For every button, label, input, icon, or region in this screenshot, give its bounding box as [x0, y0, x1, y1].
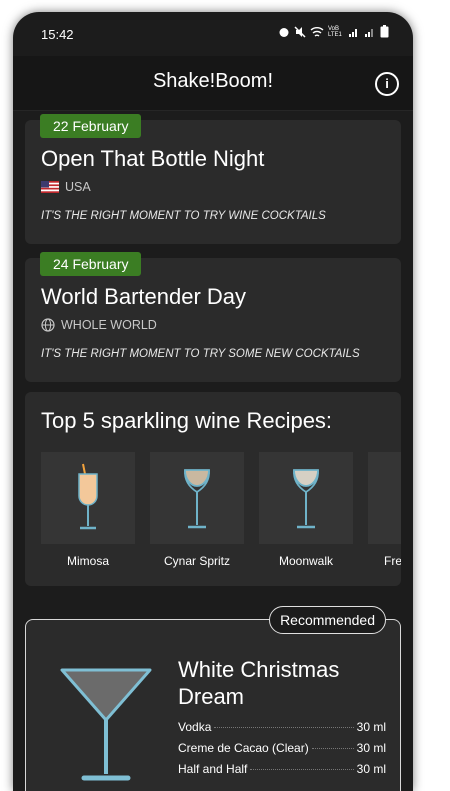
signal-icon-2 [365, 28, 373, 37]
info-icon[interactable]: i [375, 72, 399, 96]
ingredient-row: Vodka 30 ml [178, 720, 386, 734]
recipe-name: Fre [384, 554, 401, 568]
recipe-item[interactable]: Moonwalk [259, 452, 353, 568]
us-flag-icon [41, 181, 59, 193]
event-date-badge: 22 February [40, 114, 142, 138]
wine-glass-icon [184, 469, 210, 529]
event-country-label: USA [65, 180, 91, 194]
ingredient-amount: 30 ml [356, 741, 386, 755]
signal-icon [349, 28, 357, 37]
event-title: World Bartender Day [41, 284, 247, 309]
recipes-carousel[interactable]: Mimosa Cynar Spritz Moonwalk Fre [41, 452, 401, 580]
status-bar: 15:42 VoB LTE1 [13, 12, 413, 56]
event-country-label: WHOLE WORLD [61, 318, 157, 332]
network-label: VoB LTE1 [328, 25, 342, 38]
event-country: USA [41, 180, 91, 194]
wine-glass-icon [293, 469, 319, 529]
top-recipes-title: Top 5 sparkling wine Recipes: [41, 408, 333, 433]
globe-icon [41, 318, 55, 332]
recipe-name: Cynar Spritz [163, 554, 231, 568]
wifi-icon [310, 26, 324, 37]
recipe-item[interactable]: Fre [368, 452, 401, 568]
glass-icon [368, 452, 401, 544]
event-card[interactable]: 22 February Open That Bottle Night USA I… [25, 114, 401, 244]
app-bar: Shake!Boom! i [13, 56, 413, 111]
event-country: WHOLE WORLD [41, 318, 157, 332]
event-note: IT'S THE RIGHT MOMENT TO TRY WINE COCKTA… [41, 210, 326, 222]
ingredient-row: Creme de Cacao (Clear) 30 ml [178, 741, 386, 755]
ingredient-amount: 30 ml [356, 762, 386, 776]
event-date-badge: 24 February [40, 252, 142, 276]
recipe-name: Moonwalk [278, 554, 334, 568]
phone-screen: 15:42 VoB LTE1 Shake!Boom! i 22 February… [13, 12, 413, 791]
status-icons: VoB LTE1 [278, 25, 389, 38]
recommended-badge: Recommended [269, 606, 386, 634]
event-note: IT'S THE RIGHT MOMENT TO TRY SOME NEW CO… [41, 348, 360, 360]
mute-icon [294, 25, 306, 38]
mimosa-glass-icon [78, 463, 98, 530]
recipe-item[interactable]: Mimosa [41, 452, 135, 568]
ingredient-row: Half and Half 30 ml [178, 762, 386, 776]
recommended-card[interactable]: Recommended White Christmas Dream Vodka … [25, 606, 401, 791]
event-title: Open That Bottle Night [41, 146, 265, 171]
martini-glass-icon [60, 668, 152, 781]
recommended-title: White Christmas Dream [178, 657, 340, 709]
status-time: 15:42 [41, 27, 74, 42]
battery-icon [380, 25, 389, 38]
event-card[interactable]: 24 February World Bartender Day WHOLE WO… [25, 252, 401, 382]
ingredient-name: Half and Half [178, 762, 248, 776]
alarm-icon [279, 27, 289, 37]
ingredient-name: Vodka [178, 720, 212, 734]
recipe-name: Mimosa [66, 554, 109, 568]
ingredient-name: Creme de Cacao (Clear) [178, 741, 309, 755]
top-recipes-card: Top 5 sparkling wine Recipes: Mimosa Cyn… [25, 392, 401, 586]
recipe-item[interactable]: Cynar Spritz [150, 452, 244, 568]
ingredient-amount: 30 ml [356, 720, 386, 734]
app-title: Shake!Boom! [152, 70, 274, 92]
